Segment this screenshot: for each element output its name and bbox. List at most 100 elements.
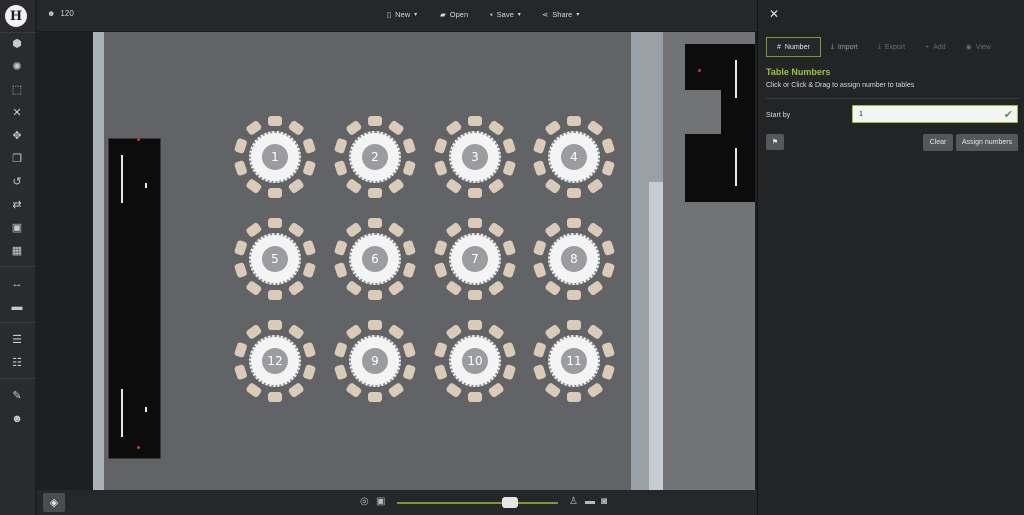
hash-icon: #: [777, 43, 781, 51]
swap-icon[interactable]: ⇄: [9, 198, 25, 212]
chair: [368, 392, 382, 402]
table-number-badge: 5: [262, 246, 288, 272]
ruler-icon[interactable]: ▬: [9, 300, 25, 314]
chair: [302, 363, 317, 381]
zoom-slider[interactable]: [397, 502, 558, 504]
tab-number[interactable]: # Number: [766, 37, 821, 57]
round-table[interactable]: 10: [432, 318, 518, 404]
round-table[interactable]: 6: [332, 216, 418, 302]
select-area-icon[interactable]: ⬚: [9, 83, 25, 97]
round-table[interactable]: 12: [232, 318, 318, 404]
chair: [532, 239, 547, 257]
chair: [433, 261, 448, 279]
tab-import[interactable]: ⤓ Import: [821, 37, 868, 57]
flag-button[interactable]: ⚑: [766, 134, 784, 150]
chevron-down-icon: ▾: [576, 12, 580, 18]
new-label: New: [395, 10, 411, 19]
table-number-badge: 6: [362, 246, 388, 272]
round-table[interactable]: 4: [531, 114, 617, 200]
assign-numbers-button[interactable]: Assign numbers: [956, 134, 1018, 151]
tab-add[interactable]: + Add: [915, 37, 956, 57]
zoom-slider-handle[interactable]: [502, 497, 518, 508]
trash-icon[interactable]: ▦: [9, 244, 25, 258]
align-bottom-icon[interactable]: ☷: [9, 356, 25, 370]
tab-view[interactable]: ◉ View: [956, 37, 1001, 57]
chair: [544, 381, 562, 399]
floor-plan-canvas[interactable]: 1 2 3 4 5 6 7 8 12 9 10 11: [37, 32, 757, 490]
chair: [532, 159, 547, 177]
table-number-badge: 10: [462, 348, 488, 374]
chair: [368, 188, 382, 198]
chair: [287, 323, 305, 341]
save-label: Save: [496, 10, 514, 19]
tab-label: Number: [784, 43, 810, 51]
save-button[interactable]: ▪ Save ▾: [490, 10, 521, 19]
folder-icon: ▰: [440, 10, 446, 19]
left-wall: [93, 32, 104, 490]
chair: [586, 323, 604, 341]
tab-label: Export: [884, 43, 906, 51]
image-icon[interactable]: ▣: [9, 221, 25, 235]
stage-bar: [735, 60, 737, 98]
chair: [268, 188, 282, 198]
align-top-icon[interactable]: ☰: [9, 333, 25, 347]
edit-icon[interactable]: ✎: [9, 389, 25, 403]
chair: [601, 363, 616, 381]
new-button[interactable]: ▯ New ▾: [387, 10, 417, 19]
stage-bar: [735, 148, 737, 186]
tab-label: View: [975, 43, 991, 51]
move-icon[interactable]: ✥: [9, 129, 25, 143]
chair: [333, 137, 348, 155]
tab-export[interactable]: ⤓ Export: [868, 37, 915, 57]
chair: [445, 221, 463, 239]
chair: [468, 290, 482, 300]
copy-icon[interactable]: ❐: [9, 152, 25, 166]
measure-tool-icon[interactable]: ▬: [585, 497, 595, 507]
start-by-input[interactable]: 1 ✔: [852, 105, 1018, 123]
layers-button[interactable]: ◈: [43, 493, 65, 512]
logo[interactable]: H: [5, 5, 27, 27]
palette-icon[interactable]: ✺: [9, 60, 25, 74]
table-numbers-panel: ✕ # Number ⤓ Import ⤓ Export + Add ◉ Vie…: [757, 0, 1024, 515]
round-table[interactable]: 7: [432, 216, 518, 302]
chair: [333, 239, 348, 257]
target-icon[interactable]: ◎: [360, 497, 369, 507]
close-icon[interactable]: ✕: [9, 106, 25, 120]
chair: [567, 218, 581, 228]
round-table[interactable]: 2: [332, 114, 418, 200]
round-table[interactable]: 9: [332, 318, 418, 404]
round-table[interactable]: 1: [232, 114, 318, 200]
person-icon[interactable]: ♙: [569, 497, 578, 507]
share-label: Share: [552, 10, 573, 19]
chair: [502, 159, 517, 177]
chair: [532, 261, 547, 279]
clear-button[interactable]: Clear: [923, 134, 953, 151]
left-stage[interactable]: [108, 138, 161, 459]
round-table[interactable]: 3: [432, 114, 518, 200]
open-button[interactable]: ▰ Open: [440, 10, 468, 19]
cube-icon[interactable]: ⬢: [9, 37, 25, 51]
chair: [368, 218, 382, 228]
chair: [586, 221, 604, 239]
chair: [445, 323, 463, 341]
camera-icon[interactable]: ◙: [601, 497, 607, 507]
chair: [586, 381, 604, 399]
chair: [333, 363, 348, 381]
table-number-badge: 8: [561, 246, 587, 272]
chair: [487, 381, 505, 399]
fit-view-icon[interactable]: ▣: [376, 497, 385, 507]
chair: [345, 381, 363, 399]
guests-icon[interactable]: ☻: [9, 412, 25, 426]
round-table[interactable]: 5: [232, 216, 318, 302]
chair: [245, 221, 263, 239]
chair: [567, 320, 581, 330]
share-button[interactable]: ⋖ Share ▾: [542, 10, 579, 19]
measure-icon[interactable]: ↔: [9, 277, 25, 291]
round-table[interactable]: 8: [531, 216, 617, 302]
chair: [502, 341, 517, 359]
chair: [468, 320, 482, 330]
round-table[interactable]: 11: [531, 318, 617, 404]
tab-label: Import: [837, 43, 858, 51]
rotate-icon[interactable]: ↺: [9, 175, 25, 189]
close-panel-button[interactable]: ✕: [769, 7, 779, 21]
